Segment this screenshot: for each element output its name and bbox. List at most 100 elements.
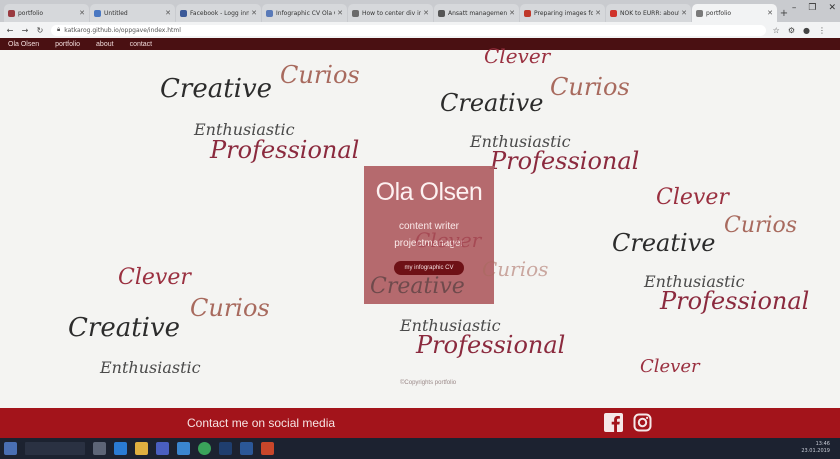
tab-label: Facebook - Logg inn eller (190, 9, 250, 17)
nav-link-home[interactable]: Ola Olsen (8, 41, 39, 48)
browser-tab[interactable]: Untitled ✕ (90, 4, 175, 22)
word-creative: Creative (612, 229, 716, 257)
nav-link-about[interactable]: about (96, 41, 114, 48)
tab-label: portfolio (706, 9, 732, 17)
powerpoint-icon[interactable] (261, 442, 274, 455)
explorer-icon[interactable] (135, 442, 148, 455)
nav-link-contact[interactable]: contact (130, 41, 153, 48)
word-curios: Curios (724, 213, 798, 238)
browser-toolbar: ← → ↻ 🔒︎ katkarog.github.io/oppgave/inde… (0, 22, 840, 38)
taskbar: 13:46 23.01.2019 (0, 438, 840, 459)
word-creative: Creative (440, 89, 544, 117)
star-icon[interactable]: ☆ (773, 26, 780, 35)
url-text: katkarog.github.io/oppgave/index.html (64, 26, 181, 34)
menu-icon[interactable]: ⋮ (818, 26, 826, 35)
tab-favicon-icon (610, 9, 617, 17)
browser-tab[interactable]: How to center div in ✕ (348, 4, 433, 22)
extension-icon[interactable]: ⚙ (788, 26, 795, 35)
tab-label: How to center div in (362, 9, 422, 17)
lock-icon: 🔒︎ (57, 26, 61, 33)
tab-favicon-icon (8, 9, 15, 17)
edge-icon[interactable] (114, 442, 127, 455)
mail-icon[interactable] (177, 442, 190, 455)
tab-favicon-icon (438, 9, 445, 17)
toolbar-icons: ☆ ⚙ ● ⋮ (773, 26, 826, 35)
back-arrow-icon[interactable]: ← (6, 26, 14, 35)
facebook-icon[interactable] (604, 413, 623, 432)
word-clever: Clever (415, 228, 482, 252)
tab-favicon-icon (266, 9, 273, 17)
instagram-icon[interactable] (633, 413, 652, 432)
word-curios: Curios (482, 257, 549, 281)
forward-arrow-icon[interactable]: → (21, 26, 29, 35)
windows-icon[interactable] (4, 442, 17, 455)
close-icon[interactable]: ✕ (251, 9, 257, 17)
browser-tab[interactable]: Ansatt management ✕ (434, 4, 519, 22)
copyright-text: ©Copyrights portfolio (400, 380, 457, 386)
word-professional: Professional (210, 136, 360, 164)
close-icon[interactable]: ✕ (595, 9, 601, 17)
tab-favicon-icon (696, 9, 703, 17)
browser-tab[interactable]: NOK to EURR: about ✕ (606, 4, 691, 22)
minimize-button[interactable]: – (792, 3, 797, 13)
site-nav: Ola Olsen portfolio about contact (0, 38, 840, 50)
search-box[interactable] (25, 442, 85, 455)
close-icon[interactable]: ✕ (337, 9, 343, 17)
tab-favicon-icon (352, 9, 359, 17)
tab-label: Preparing images for (534, 9, 594, 17)
word-icon[interactable] (240, 442, 253, 455)
new-tab-button[interactable]: + (778, 4, 790, 22)
window-controls: – ❐ ✕ (792, 3, 836, 13)
maximize-button[interactable]: ❐ (808, 3, 816, 13)
browser-tab[interactable]: Facebook - Logg inn eller ✕ (176, 4, 261, 22)
address-bar[interactable]: 🔒︎ katkarog.github.io/oppgave/index.html (51, 24, 766, 36)
photoshop-icon[interactable] (219, 442, 232, 455)
word-creative: Creative (370, 274, 465, 299)
close-window-button[interactable]: ✕ (828, 3, 836, 13)
word-curios: Curios (190, 294, 270, 322)
browser-tab[interactable]: portfolio ✕ (4, 4, 89, 22)
clock-time: 13:46 (815, 441, 830, 447)
browser-tab-active[interactable]: portfolio ✕ (692, 4, 777, 22)
close-icon[interactable]: ✕ (423, 9, 429, 17)
close-icon[interactable]: ✕ (165, 9, 171, 17)
word-clever: Clever (118, 265, 191, 290)
web-page: Ola Olsen portfolio about contact Clever… (0, 38, 840, 438)
close-icon[interactable]: ✕ (79, 9, 85, 17)
word-creative: Creative (160, 74, 273, 104)
tab-label: Ansatt management (448, 9, 508, 17)
system-tray-clock[interactable]: 13:46 23.01.2019 (801, 441, 830, 455)
word-clever: Clever (656, 185, 729, 210)
hero-name: Ola Olsen (375, 178, 483, 206)
browser-tab[interactable]: Preparing images for ✕ (520, 4, 605, 22)
profile-icon[interactable]: ● (803, 26, 810, 35)
chrome-icon[interactable] (198, 442, 211, 455)
word-curios: Curios (550, 73, 630, 101)
tab-favicon-icon (180, 9, 187, 17)
screen: portfolio ✕ Untitled ✕ Facebook - Logg i… (0, 0, 840, 459)
reload-icon[interactable]: ↻ (36, 26, 44, 35)
tab-favicon-icon (524, 9, 531, 17)
store-icon[interactable] (156, 442, 169, 455)
word-professional: Professional (416, 331, 566, 359)
footer-contact-text: Contact me on social media (187, 416, 336, 430)
task-view-icon[interactable] (93, 442, 106, 455)
infographic-cv-button[interactable]: my infographic CV (394, 261, 464, 275)
social-links (604, 413, 652, 432)
word-clever: Clever (484, 44, 551, 68)
close-icon[interactable]: ✕ (509, 9, 515, 17)
nav-link-portfolio[interactable]: portfolio (55, 41, 80, 48)
tab-favicon-icon (94, 9, 101, 17)
browser-tab-strip: portfolio ✕ Untitled ✕ Facebook - Logg i… (0, 0, 840, 22)
close-icon[interactable]: ✕ (681, 9, 687, 17)
word-professional: Professional (660, 287, 810, 315)
tab-label: Untitled (104, 9, 128, 17)
tab-label: portfolio (18, 9, 44, 17)
word-curios: Curios (280, 61, 360, 89)
word-professional: Professional (490, 147, 640, 175)
close-icon[interactable]: ✕ (767, 9, 773, 17)
clock-date: 23.01.2019 (801, 448, 830, 454)
browser-tab[interactable]: Infographic CV Ola Olsen ✕ (262, 4, 347, 22)
site-footer: Contact me on social media (0, 408, 840, 438)
tab-label: Infographic CV Ola Olsen (276, 9, 335, 17)
